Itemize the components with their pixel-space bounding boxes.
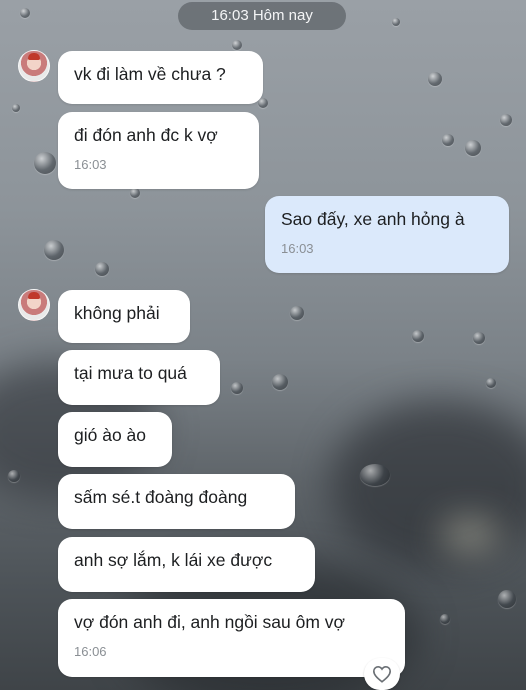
message-text: anh sợ lắm, k lái xe được [74,550,273,570]
message-text: vợ đón anh đi, anh ngồi sau ôm vợ [74,612,346,632]
message-text: sấm sé.t đoàng đoàng [74,487,248,507]
message-bubble-incoming[interactable]: gió ào ào [58,412,172,467]
message-bubble-outgoing[interactable]: Sao đấy, xe anh hỏng à 16:03 [265,196,509,273]
message-text: không phải [74,303,160,323]
contact-avatar[interactable] [18,289,50,321]
message-text: đi đón anh đc k vợ [74,125,218,145]
message-text: gió ào ào [74,425,147,445]
reaction-button[interactable] [364,658,400,690]
message-text: Sao đấy, xe anh hỏng à [281,209,465,229]
message-bubble-incoming[interactable]: vợ đón anh đi, anh ngồi sau ôm vợ 16:06 [58,599,405,677]
message-bubble-incoming[interactable]: không phải [58,290,190,343]
message-bubble-incoming[interactable]: đi đón anh đc k vợ 16:03 [58,112,259,189]
heart-outline-icon [372,665,392,683]
message-text: tại mưa to quá [74,363,187,383]
message-text: vk đi làm về chưa ? [74,64,226,84]
message-timestamp: 16:03 [74,157,107,172]
message-bubble-incoming[interactable]: tại mưa to quá [58,350,220,405]
contact-avatar[interactable] [18,50,50,82]
message-timestamp: 16:06 [74,644,107,659]
message-bubble-incoming[interactable]: sấm sé.t đoàng đoàng [58,474,295,529]
date-time-divider: 16:03 Hôm nay [178,2,346,30]
message-bubble-incoming[interactable]: vk đi làm về chưa ? [58,51,263,104]
message-timestamp: 16:03 [281,241,314,256]
message-bubble-incoming[interactable]: anh sợ lắm, k lái xe được [58,537,315,592]
